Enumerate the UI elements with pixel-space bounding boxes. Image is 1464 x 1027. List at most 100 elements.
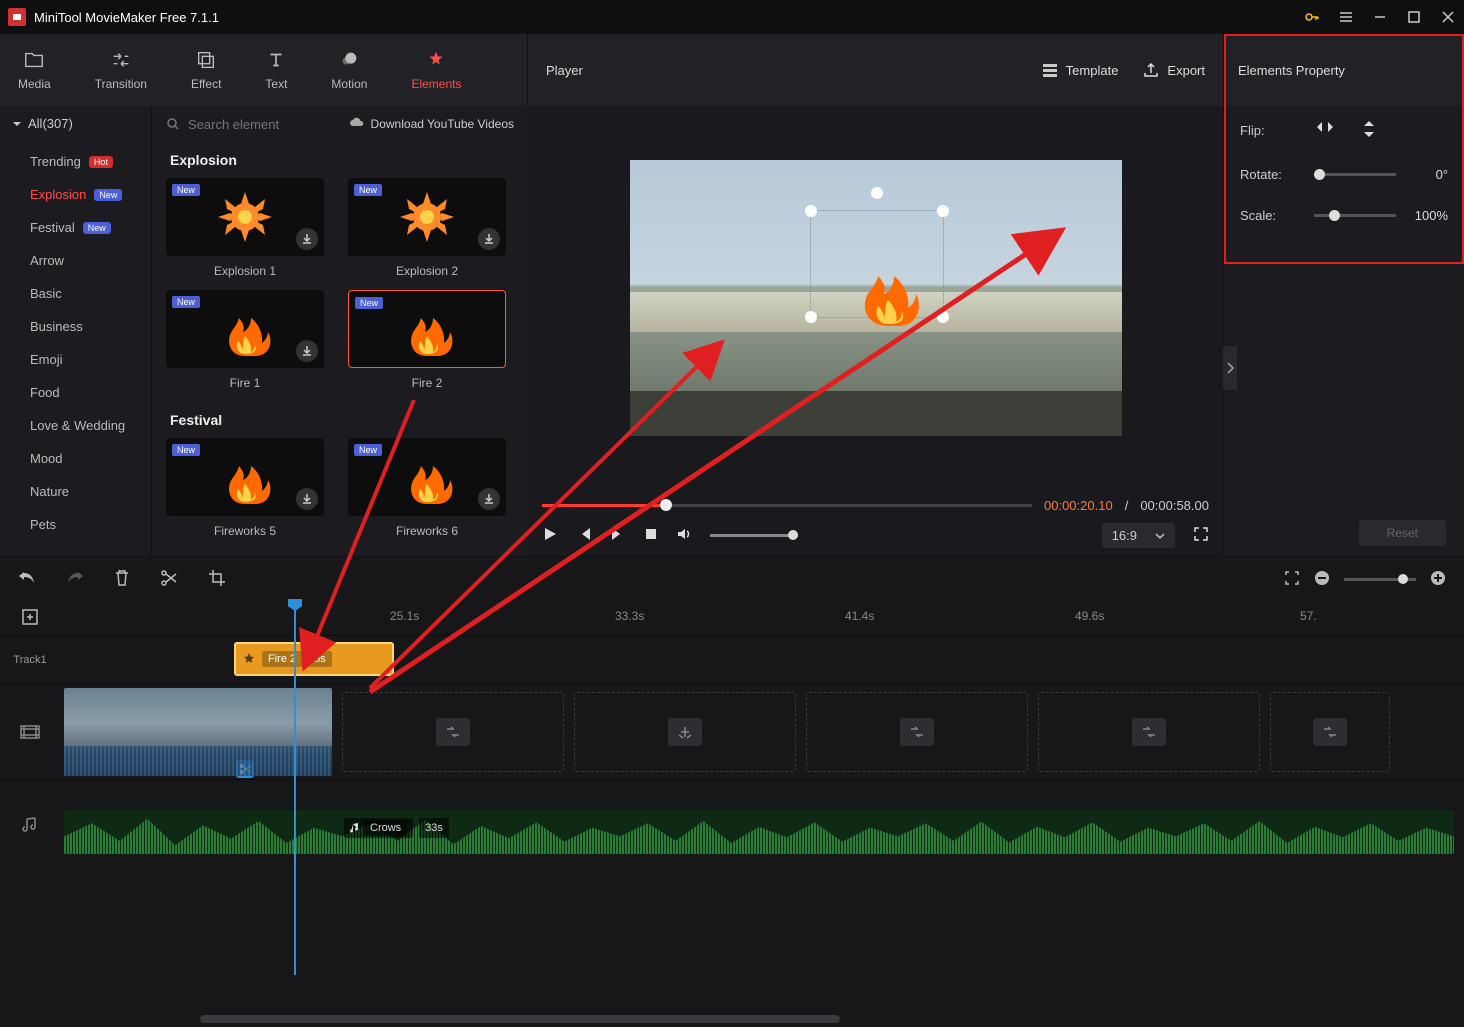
element-thumb-fire-2[interactable]: New	[348, 290, 506, 368]
tab-elements[interactable]: Elements	[403, 43, 469, 97]
zoom-out-button[interactable]	[1314, 570, 1330, 589]
preview-canvas[interactable]	[630, 160, 1122, 436]
menu-icon[interactable]	[1338, 9, 1354, 25]
timeline-ruler[interactable]: 25.1s 33.3s 41.4s 49.6s 57.	[60, 601, 1464, 635]
volume-button[interactable]	[676, 526, 692, 545]
transition-slot[interactable]	[1132, 718, 1166, 746]
fire-element-overlay[interactable]	[848, 258, 928, 328]
video-clip[interactable]	[64, 688, 332, 776]
time-sep: /	[1125, 498, 1129, 513]
fullscreen-button[interactable]	[1193, 526, 1209, 545]
sidebar-item-explosion[interactable]: ExplosionNew	[24, 178, 151, 211]
aspect-ratio-select[interactable]: 16:9	[1102, 523, 1175, 548]
prev-frame-button[interactable]	[576, 526, 592, 545]
element-label: Explosion 1	[166, 256, 324, 278]
stop-button[interactable]	[644, 527, 658, 544]
sidebar-all[interactable]: All(307)	[0, 106, 151, 141]
flip-label: Flip:	[1240, 123, 1304, 138]
download-button[interactable]	[478, 488, 500, 510]
sidebar-item-basic[interactable]: Basic	[24, 277, 151, 310]
sidebar-item-emoji[interactable]: Emoji	[24, 343, 151, 376]
audio-clip[interactable]: Crows 33s	[64, 810, 1454, 854]
tab-label: Motion	[331, 77, 367, 91]
element-label: Fire 2	[348, 368, 506, 390]
zoom-slider[interactable]	[1344, 578, 1416, 581]
element-label: Fire 1	[166, 368, 324, 390]
rotate-slider[interactable]	[1314, 173, 1396, 176]
fit-button[interactable]	[1284, 570, 1300, 589]
transition-slot[interactable]	[1313, 718, 1347, 746]
element-thumb-explosion-2[interactable]: New	[348, 178, 506, 256]
sidebar-item-business[interactable]: Business	[24, 310, 151, 343]
sidebar-item-trending[interactable]: TrendingHot	[24, 145, 151, 178]
element-thumb-fireworks-6[interactable]: New	[348, 438, 506, 516]
sidebar-item-love-wedding[interactable]: Love & Wedding	[24, 409, 151, 442]
time-total: 00:00:58.00	[1140, 498, 1209, 513]
tab-label: Text	[265, 77, 287, 91]
tab-transition[interactable]: Transition	[87, 43, 155, 97]
audio-clip-duration: 33s	[419, 818, 449, 838]
element-thumb-fire-1[interactable]: New	[166, 290, 324, 368]
close-icon[interactable]	[1440, 9, 1456, 25]
element-clip-fire2[interactable]: Fire 2 5s	[234, 642, 394, 676]
chevron-down-icon	[1155, 531, 1165, 541]
tab-text[interactable]: Text	[257, 43, 295, 97]
maximize-icon[interactable]	[1406, 9, 1422, 25]
sidebar-item-pets[interactable]: Pets	[24, 508, 151, 541]
upgrade-key-icon[interactable]	[1304, 9, 1320, 25]
tab-motion[interactable]: Motion	[323, 43, 375, 97]
split-indicator-icon[interactable]	[236, 760, 254, 778]
redo-button[interactable]	[66, 569, 84, 590]
transition-slot[interactable]	[900, 718, 934, 746]
undo-button[interactable]	[18, 569, 36, 590]
element-label: Explosion 2	[348, 256, 506, 278]
element-thumb-fireworks-5[interactable]: New	[166, 438, 324, 516]
section-title: Festival	[166, 402, 514, 438]
flip-horizontal-button[interactable]	[1316, 120, 1334, 141]
player-panel: 00:00:20.10 / 00:00:58.00 16:9	[528, 106, 1224, 556]
timeline-scrollbar[interactable]	[200, 1015, 840, 1023]
sidebar-item-arrow[interactable]: Arrow	[24, 244, 151, 277]
scale-slider[interactable]	[1314, 214, 1396, 217]
audio-track-icon	[21, 816, 39, 834]
play-button[interactable]	[542, 526, 558, 545]
progress-slider[interactable]	[542, 504, 1032, 507]
rotate-value: 0°	[1406, 167, 1448, 182]
crop-button[interactable]	[208, 569, 226, 590]
download-youtube-link[interactable]: Download YouTube Videos	[349, 116, 514, 132]
transition-slot[interactable]	[436, 718, 470, 746]
playhead[interactable]	[294, 601, 296, 975]
volume-slider[interactable]	[710, 534, 798, 537]
tab-effect[interactable]: Effect	[183, 43, 229, 97]
download-button[interactable]	[296, 488, 318, 510]
transition-slot[interactable]	[668, 718, 702, 746]
search-input[interactable]	[188, 117, 348, 132]
element-label: Fireworks 6	[348, 516, 506, 538]
timeline: 25.1s 33.3s 41.4s 49.6s 57. Track1 Fire …	[0, 556, 1464, 1027]
download-button[interactable]	[296, 228, 318, 250]
delete-button[interactable]	[114, 569, 130, 590]
sidebar-item-food[interactable]: Food	[24, 376, 151, 409]
add-track-button[interactable]	[21, 608, 39, 629]
sidebar-item-mood[interactable]: Mood	[24, 442, 151, 475]
panel-collapse-button[interactable]	[1223, 346, 1237, 390]
flip-vertical-button[interactable]	[1362, 120, 1376, 141]
split-button[interactable]	[160, 569, 178, 590]
template-button[interactable]: Template	[1041, 61, 1119, 79]
sidebar-item-nature[interactable]: Nature	[24, 475, 151, 508]
category-sidebar: All(307) TrendingHotExplosionNewFestival…	[0, 106, 152, 556]
time-current: 00:00:20.10	[1044, 498, 1113, 513]
section-title: Explosion	[166, 142, 514, 178]
next-frame-button[interactable]	[610, 526, 626, 545]
download-button[interactable]	[478, 228, 500, 250]
scale-label: Scale:	[1240, 208, 1304, 223]
export-button[interactable]: Export	[1142, 61, 1205, 79]
tab-media[interactable]: Media	[10, 43, 59, 97]
star-icon	[242, 652, 256, 666]
sidebar-item-festival[interactable]: FestivalNew	[24, 211, 151, 244]
reset-button[interactable]: Reset	[1359, 520, 1446, 546]
minimize-icon[interactable]	[1372, 9, 1388, 25]
element-thumb-explosion-1[interactable]: New	[166, 178, 324, 256]
download-button[interactable]	[296, 340, 318, 362]
zoom-in-button[interactable]	[1430, 570, 1446, 589]
